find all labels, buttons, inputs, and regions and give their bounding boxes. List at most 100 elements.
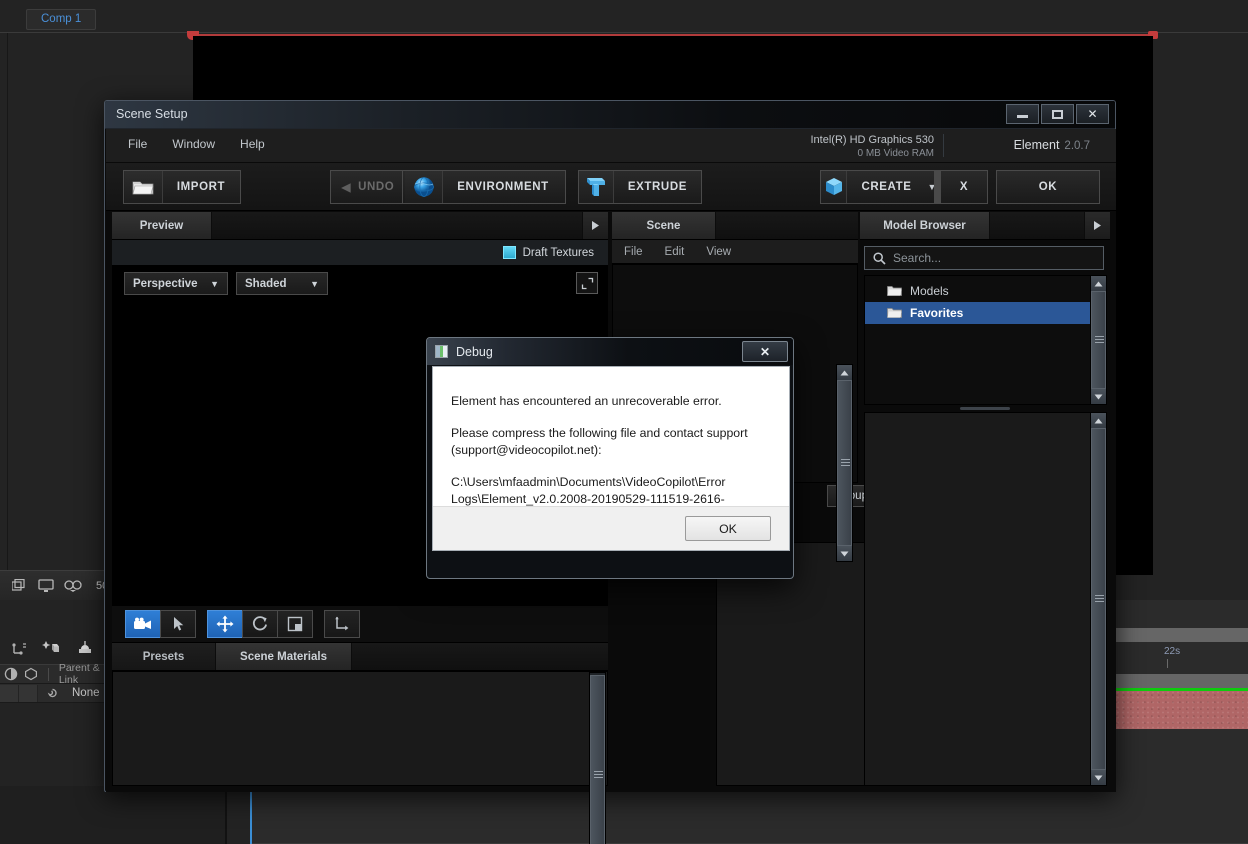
preview-toolbar	[112, 605, 608, 643]
transform-tool-group	[207, 610, 313, 638]
tab-scene[interactable]: Scene	[612, 212, 716, 239]
debug-ok-label: OK	[719, 521, 737, 536]
scroll-grip-icon	[1095, 336, 1104, 344]
parent-pickwhip-icon[interactable]	[38, 686, 66, 701]
timeline-icon-row	[0, 630, 124, 666]
maximize-icon	[1052, 109, 1063, 119]
debug-dialog-titlebar[interactable]: Debug ✕	[427, 338, 793, 365]
model-preview-scrollbar[interactable]	[1090, 412, 1107, 786]
ok-button[interactable]: OK	[996, 170, 1100, 204]
cube-icon	[821, 171, 848, 203]
composition-tab-bar: Comp 1	[0, 0, 1248, 32]
camera-tool-button[interactable]	[125, 610, 161, 638]
create-label: CREATE	[861, 181, 912, 193]
timeline-playhead[interactable]	[250, 786, 252, 844]
environment-button[interactable]: ENVIRONMENT	[402, 170, 566, 204]
draft-textures-label: Draft Textures	[522, 246, 594, 259]
gpu-info: Intel(R) HD Graphics 530 0 MB Video RAM	[811, 134, 935, 160]
model-browser-preview[interactable]	[864, 412, 1104, 786]
scene-menu-edit[interactable]: Edit	[665, 246, 685, 258]
three-d-layer-icon[interactable]	[24, 667, 38, 681]
draft-textures-checkbox[interactable]	[502, 246, 516, 259]
extrude-icon	[579, 171, 614, 203]
scene-menu-row: File Edit View	[612, 240, 858, 264]
comp-tab[interactable]: Comp 1	[26, 9, 97, 30]
model-browser-list[interactable]: Models Favorites	[864, 275, 1104, 405]
view-mask-icon[interactable]	[64, 579, 82, 593]
import-label: IMPORT	[176, 181, 226, 193]
debug-ok-button[interactable]: OK	[685, 516, 771, 541]
close-button[interactable]: ✕	[1076, 104, 1109, 124]
scale-tool-button[interactable]	[277, 610, 313, 638]
transfer-mode-icon[interactable]	[4, 667, 18, 681]
scene-setup-title: Scene Setup	[116, 107, 188, 121]
model-browser-menu-button[interactable]	[1084, 212, 1110, 239]
scene-scroll-up-button[interactable]	[837, 365, 852, 380]
monitor-icon[interactable]	[38, 578, 54, 593]
undo-arrow-icon: ◀	[341, 182, 352, 194]
search-icon	[873, 251, 886, 265]
preview-panel-menu-button[interactable]	[582, 212, 608, 239]
model-list-scroll-up-button[interactable]	[1091, 276, 1106, 291]
graph-editor-icon[interactable]	[12, 641, 27, 656]
model-preview-scroll-up-button[interactable]	[1091, 413, 1106, 428]
scene-tabrow: Scene	[612, 212, 858, 240]
import-button[interactable]: IMPORT	[123, 170, 241, 204]
extrude-button[interactable]: EXTRUDE	[578, 170, 702, 204]
timeline-layer-row[interactable]: None	[0, 684, 112, 703]
move-tool-button[interactable]	[207, 610, 243, 638]
model-list-scroll-thumb[interactable]	[1091, 291, 1106, 389]
shading-mode-dropdown[interactable]: Shaded ▼	[236, 272, 328, 295]
maximize-button[interactable]	[1041, 104, 1074, 124]
scroll-grip-icon	[841, 459, 850, 467]
folder-icon	[887, 285, 902, 297]
model-list-scrollbar[interactable]	[1090, 275, 1107, 405]
tab-preview[interactable]: Preview	[112, 212, 212, 239]
new-light-icon[interactable]	[75, 639, 95, 657]
gpu-vram: 0 MB Video RAM	[857, 148, 934, 159]
undo-button[interactable]: ◀ UNDO	[330, 170, 406, 204]
scene-setup-titlebar[interactable]: Scene Setup ✕	[105, 101, 1115, 129]
minimize-button[interactable]	[1006, 104, 1039, 124]
create-button[interactable]: CREATE ▼	[820, 170, 948, 204]
timeline-column-header: Parent & Link	[0, 662, 112, 686]
list-item-favorites[interactable]: Favorites	[865, 302, 1103, 324]
new-3d-layer-icon[interactable]	[41, 639, 61, 657]
rotate-tool-button[interactable]	[242, 610, 278, 638]
scene-scroll-thumb[interactable]	[837, 380, 852, 546]
panel-resize-handle[interactable]	[960, 407, 1010, 410]
menu-file[interactable]: File	[128, 137, 147, 151]
tab-presets[interactable]: Presets	[112, 643, 216, 670]
debug-dialog[interactable]: Debug ✕ Element has encountered an unrec…	[426, 337, 794, 579]
select-tool-button[interactable]	[160, 610, 196, 638]
materials-list[interactable]	[112, 671, 608, 786]
tab-scene-materials[interactable]: Scene Materials	[216, 643, 352, 670]
render-quality-icon[interactable]	[12, 578, 28, 593]
axis-tool-button[interactable]	[324, 610, 360, 638]
list-item-models[interactable]: Models	[865, 280, 1103, 302]
cancel-button[interactable]: X	[940, 170, 988, 204]
view-mode-dropdown[interactable]: Perspective ▼	[124, 272, 228, 295]
materials-scrollbar[interactable]	[589, 672, 606, 844]
window-buttons: ✕	[1006, 104, 1109, 124]
model-preview-scroll-thumb[interactable]	[1091, 428, 1106, 770]
model-preview-scroll-down-button[interactable]	[1091, 770, 1106, 785]
layer-swatch-2[interactable]	[19, 684, 38, 702]
scene-scroll-down-button[interactable]	[837, 546, 852, 561]
debug-close-button[interactable]: ✕	[742, 341, 788, 362]
parent-value[interactable]: None	[72, 687, 100, 699]
scene-menu-file[interactable]: File	[624, 246, 643, 258]
materials-scroll-thumb[interactable]	[590, 675, 605, 844]
model-list-scroll-down-button[interactable]	[1091, 389, 1106, 404]
layer-swatch-1[interactable]	[0, 684, 19, 702]
scene-scrollbar[interactable]	[836, 364, 853, 562]
menu-window[interactable]: Window	[172, 137, 215, 151]
scene-menu-view[interactable]: View	[706, 246, 731, 258]
search-input[interactable]: Search...	[864, 246, 1104, 270]
axis-tool-group	[324, 610, 360, 638]
timeline-layer-bar[interactable]	[1112, 691, 1248, 729]
menu-help[interactable]: Help	[240, 137, 265, 151]
close-icon: ✕	[1087, 107, 1098, 121]
expand-preview-button[interactable]	[576, 272, 598, 294]
tab-model-browser[interactable]: Model Browser	[860, 212, 990, 239]
